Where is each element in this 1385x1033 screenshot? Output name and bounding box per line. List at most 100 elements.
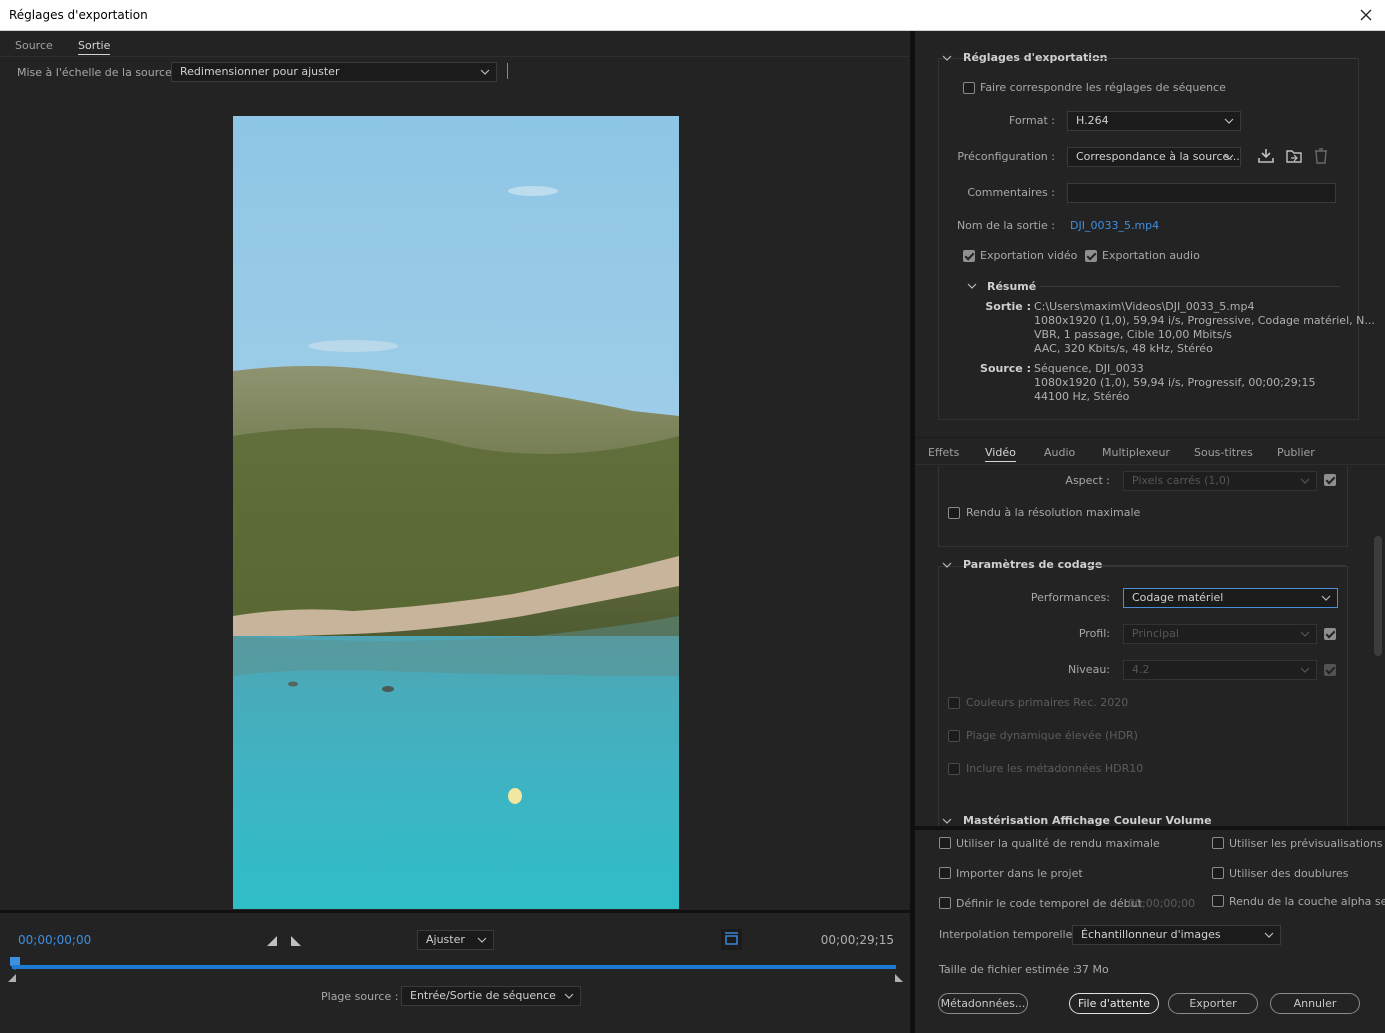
use-previews-label: Utiliser les prévisualisations [1229, 837, 1383, 850]
cancel-button[interactable]: Annuler [1270, 993, 1360, 1014]
max-res-checkbox[interactable] [948, 507, 960, 519]
timecode-out: 00;00;29;15 [820, 933, 894, 947]
save-preset-icon[interactable] [1257, 147, 1275, 165]
settings-panel: Réglages d'exportation Faire correspondr… [915, 31, 1385, 1033]
format-dropdown[interactable]: H.264 [1067, 111, 1241, 131]
queue-button[interactable]: File d'attente [1069, 993, 1159, 1014]
mark-in-icon[interactable] [266, 935, 278, 947]
interp-value: Échantillonneur d'images [1081, 928, 1221, 941]
settings-scrollbar[interactable] [1374, 536, 1382, 656]
match-sequence-checkbox[interactable] [963, 82, 975, 94]
scale-dropdown[interactable]: Redimensionner pour ajuster [171, 62, 497, 82]
chevron-down-icon[interactable] [942, 816, 952, 826]
tab-publish[interactable]: Publier [1277, 446, 1315, 459]
summary-source-line: Séquence, DJI_0033 [1034, 362, 1144, 375]
summary-source: Séquence, DJI_0033 1080x1920 (1,0), 59,9… [1034, 362, 1316, 404]
hdr-checkbox[interactable] [948, 730, 960, 742]
aspect-label: Aspect : [1065, 474, 1110, 487]
video-settings-scroll: Aspect : Pixels carrés (1,0) Rendu à la … [915, 466, 1385, 826]
fit-dropdown[interactable]: Ajuster [417, 930, 494, 950]
max-quality-checkbox[interactable] [939, 837, 951, 849]
tab-source[interactable]: Source [15, 39, 53, 52]
output-name-link[interactable]: DJI_0033_5.mp4 [1070, 219, 1159, 232]
tab-video[interactable]: Vidéo [985, 446, 1016, 462]
performance-label: Performances: [1030, 591, 1110, 604]
chevron-down-icon [477, 937, 487, 943]
filesize-label: Taille de fichier estimée : [939, 963, 1077, 976]
scale-label: Mise à l'échelle de la source : [17, 66, 180, 79]
mark-out-icon[interactable] [290, 935, 302, 947]
preset-value: Correspondance à la source... [1076, 150, 1240, 163]
range-value: Entrée/Sortie de séquence [410, 989, 556, 1002]
export-video-checkbox[interactable] [963, 250, 975, 262]
alpha-only-checkbox[interactable] [1212, 895, 1224, 907]
export-settings-title: Réglages d'exportation [963, 51, 1108, 64]
set-timecode-label: Définir le code temporel de début [956, 897, 1142, 910]
performance-dropdown[interactable]: Codage matériel [1123, 588, 1338, 608]
metadata-button[interactable]: Métadonnées... [938, 993, 1028, 1014]
timecode-in[interactable]: 00;00;00;00 [18, 933, 91, 947]
range-dropdown[interactable]: Entrée/Sortie de séquence [401, 986, 581, 1006]
profile-dropdown[interactable]: Principal [1123, 624, 1317, 644]
use-proxies-checkbox[interactable] [1212, 867, 1224, 879]
work-area-bar[interactable] [12, 965, 896, 969]
chevron-down-icon[interactable] [942, 53, 952, 63]
encoding-title: Paramètres de codage [963, 558, 1103, 571]
close-icon[interactable] [1355, 4, 1377, 26]
level-dropdown[interactable]: 4.2 [1123, 660, 1317, 680]
section-line [1090, 58, 1356, 59]
chevron-down-icon [1224, 118, 1234, 124]
chevron-down-icon[interactable] [942, 560, 952, 570]
bottom-divider [915, 826, 1385, 830]
level-label: Niveau: [1068, 663, 1110, 676]
tab-effects[interactable]: Effets [928, 446, 959, 459]
import-preset-icon[interactable] [1285, 147, 1303, 165]
tab-multiplexer[interactable]: Multiplexeur [1102, 446, 1170, 459]
export-button[interactable]: Exporter [1168, 993, 1258, 1014]
summary-output-line: C:\Users\maxim\Videos\DJI_0033_5.mp4 [1034, 300, 1255, 313]
filesize-value: 37 Mo [1075, 963, 1109, 976]
profile-label: Profil: [1078, 627, 1110, 640]
summary-source-line: 1080x1920 (1,0), 59,94 i/s, Progressif, … [1034, 376, 1316, 389]
format-value: H.264 [1076, 114, 1109, 127]
max-quality-label: Utiliser la qualité de rendu maximale [956, 837, 1160, 850]
aspect-dropdown[interactable]: Pixels carrés (1,0) [1123, 471, 1317, 491]
range-start-handle-icon[interactable] [7, 973, 17, 983]
output-name-label: Nom de la sortie : [956, 219, 1055, 232]
delete-preset-icon[interactable] [1313, 147, 1329, 165]
profile-match-checkbox[interactable] [1324, 628, 1336, 640]
aspect-correction-icon[interactable] [721, 929, 742, 950]
chevron-down-icon [1300, 478, 1310, 484]
match-sequence-label: Faire correspondre les réglages de séque… [980, 81, 1226, 94]
mastering-title: Mastérisation Affichage Couleur Volume [963, 814, 1212, 826]
hdr10-checkbox[interactable] [948, 763, 960, 775]
comments-input[interactable] [1067, 183, 1336, 203]
summary-title: Résumé [987, 280, 1037, 293]
max-res-label: Rendu à la résolution maximale [966, 506, 1141, 519]
chevron-down-icon [480, 69, 490, 75]
hdr10-label: Inclure les métadonnées HDR10 [966, 762, 1144, 775]
chevron-down-icon [1300, 631, 1310, 637]
fit-value: Ajuster [426, 933, 465, 946]
rec2020-checkbox[interactable] [948, 697, 960, 709]
set-timecode-checkbox[interactable] [939, 897, 951, 909]
section-line [1087, 565, 1345, 566]
range-end-handle-icon[interactable] [894, 973, 904, 983]
tab-captions[interactable]: Sous-titres [1194, 446, 1253, 459]
import-project-label: Importer dans le projet [956, 867, 1083, 880]
level-match-checkbox[interactable] [1324, 664, 1336, 676]
import-project-checkbox[interactable] [939, 867, 951, 879]
interp-dropdown[interactable]: Échantillonneur d'images [1072, 925, 1281, 945]
timecode-start-value[interactable]: 00;00;00;00 [1128, 897, 1195, 910]
tab-output[interactable]: Sortie [78, 39, 111, 55]
export-audio-checkbox[interactable] [1085, 250, 1097, 262]
preset-dropdown[interactable]: Correspondance à la source... [1067, 147, 1241, 167]
aspect-match-checkbox[interactable] [1324, 474, 1336, 486]
preview-tabs: Source Sortie [0, 31, 910, 57]
comments-label: Commentaires : [967, 186, 1055, 199]
tab-audio[interactable]: Audio [1044, 446, 1075, 459]
chevron-down-icon[interactable] [967, 281, 977, 291]
use-previews-checkbox[interactable] [1212, 837, 1224, 849]
chevron-down-icon [564, 993, 574, 999]
export-video-label: Exportation vidéo [980, 249, 1078, 262]
